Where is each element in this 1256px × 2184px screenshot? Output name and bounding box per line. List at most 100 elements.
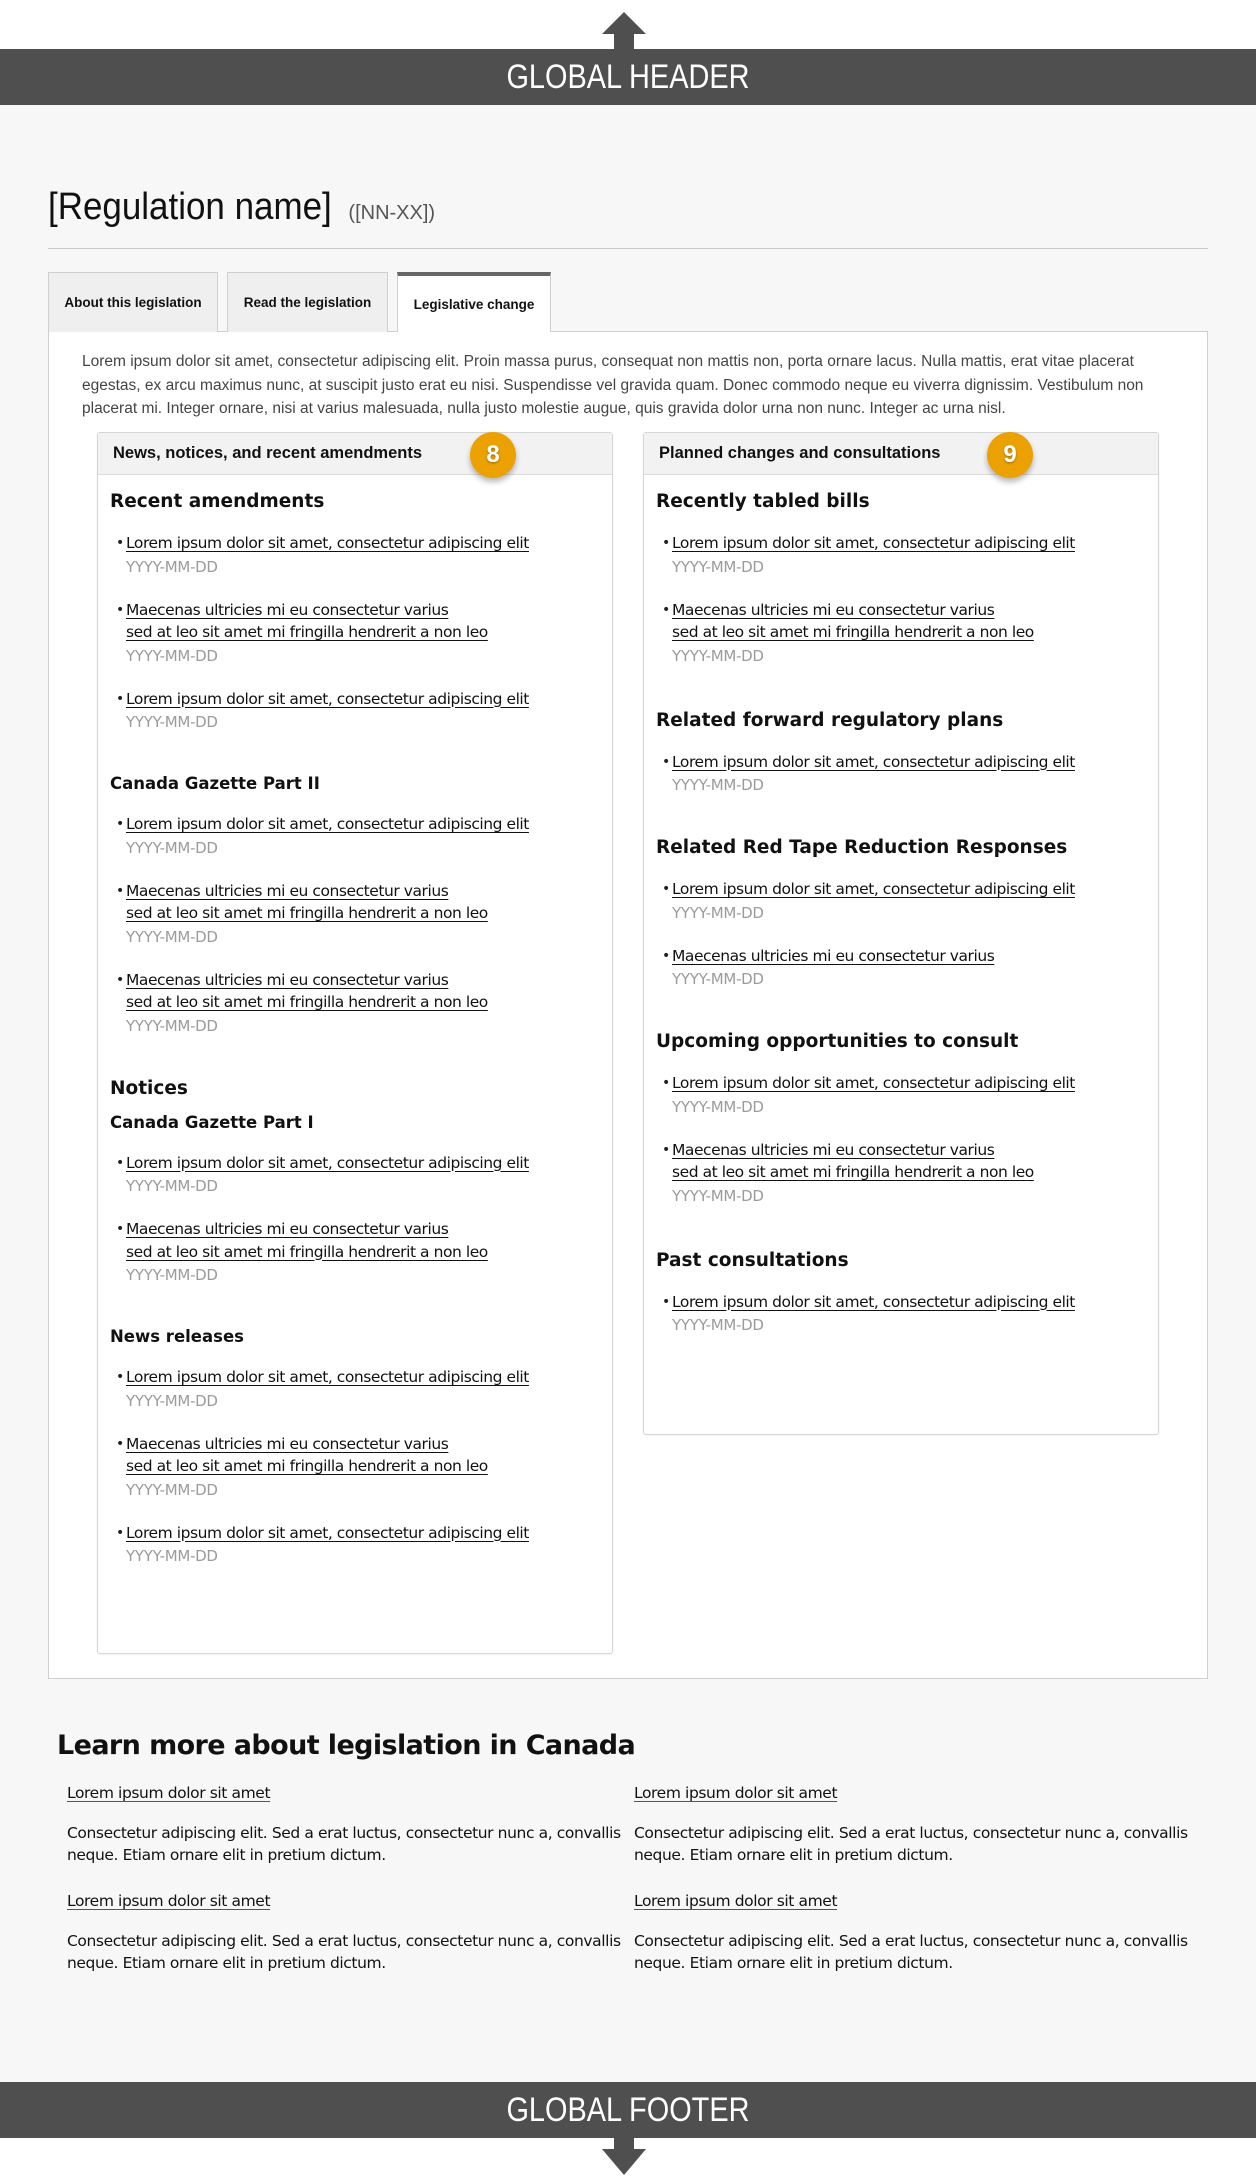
bullet-icon: • (116, 1524, 125, 1541)
item-link[interactable]: Maecenas ultricies mi eu consectetur var… (126, 1218, 600, 1241)
item-link[interactable]: Lorem ipsum dolor sit amet, consectetur … (672, 1072, 1146, 1095)
item-date: YYYY-MM-DD (126, 927, 218, 946)
learn-more-link[interactable]: Lorem ipsum dolor sit amet (634, 1892, 838, 1910)
section-heading: Canada Gazette Part II (110, 774, 320, 793)
learn-more-item: Lorem ipsum dolor sit amet Consectetur a… (634, 1891, 1197, 1974)
item-link[interactable]: sed at leo sit amet mi fringilla hendrer… (126, 991, 600, 1014)
section-heading: Related Red Tape Reduction Responses (656, 837, 1068, 858)
item-date: YYYY-MM-DD (672, 903, 764, 922)
card-section: News releases • Lorem ipsum dolor sit amet… (110, 1327, 600, 1568)
learn-more-description: Consectetur adipiscing elit. Sed a erat … (634, 1932, 1188, 1972)
bullet-icon: • (662, 1075, 671, 1091)
bullet-icon: • (116, 1221, 125, 1237)
bullet-icon: • (662, 601, 671, 618)
tab-legislative-change[interactable]: Legislative change (397, 272, 551, 332)
list-item: • Maecenas ultricies mi eu consectetur va… (116, 599, 600, 668)
tab-bar: About this legislation Read the legislat… (48, 272, 551, 332)
tab-about-this-legislation[interactable]: About this legislation (48, 272, 218, 332)
item-link[interactable]: Maecenas ultricies mi eu consectetur var… (126, 599, 600, 622)
item-link[interactable]: Lorem ipsum dolor sit amet, consectetur … (126, 1366, 600, 1389)
item-link[interactable]: Lorem ipsum dolor sit amet, consectetur … (672, 878, 1146, 901)
learn-more-link[interactable]: Lorem ipsum dolor sit amet (634, 1784, 838, 1802)
item-link[interactable]: Maecenas ultricies mi eu consectetur var… (126, 969, 600, 992)
item-link[interactable]: Lorem ipsum dolor sit amet, consectetur … (672, 532, 1146, 555)
news-notices-amendments-card: News, notices, and recent amendments 8 R… (97, 432, 613, 1654)
arrow-up-icon (602, 12, 646, 52)
item-date: YYYY-MM-DD (126, 1391, 218, 1410)
list-item: • Lorem ipsum dolor sit amet, consectetur… (662, 1072, 1146, 1119)
section-heading: Recently tabled bills (656, 491, 870, 512)
item-link[interactable]: Lorem ipsum dolor sit amet, consectetur … (126, 1522, 600, 1545)
learn-more-link[interactable]: Lorem ipsum dolor sit amet (67, 1892, 271, 1910)
global-header: GLOBAL HEADER (0, 49, 1256, 105)
list-item: • Maecenas ultricies mi eu consectetur va… (116, 880, 600, 949)
card-section: Recent amendments • Lorem ipsum dolor sit … (110, 491, 600, 734)
item-date: YYYY-MM-DD (126, 646, 218, 665)
card-section: Canada Gazette Part II • Lorem ipsum dolor… (110, 774, 600, 1038)
card-section: Upcoming opportunities to consult • Lorem … (656, 1031, 1146, 1208)
card-header: News, notices, and recent amendments 8 (98, 432, 612, 478)
learn-more-link[interactable]: Lorem ipsum dolor sit amet (67, 1784, 271, 1802)
item-link[interactable]: sed at leo sit amet mi fringilla hendrer… (126, 1241, 600, 1264)
intro-paragraph: Lorem ipsum dolor sit amet, consectetur … (82, 353, 1144, 417)
item-date: YYYY-MM-DD (126, 1480, 218, 1499)
section-heading: Recent amendments (110, 491, 325, 512)
learn-more-description: Consectetur adipiscing elit. Sed a erat … (67, 1824, 621, 1864)
item-link[interactable]: sed at leo sit amet mi fringilla hendrer… (126, 1455, 600, 1478)
list-item: • Maecenas ultricies mi eu consectetur va… (662, 945, 1146, 992)
item-link[interactable]: sed at leo sit amet mi fringilla hendrer… (126, 902, 600, 925)
item-date: YYYY-MM-DD (672, 1186, 764, 1205)
item-link[interactable]: sed at leo sit amet mi fringilla hendrer… (672, 1161, 1146, 1184)
item-link[interactable]: sed at leo sit amet mi fringilla hendrer… (672, 621, 1146, 644)
arrow-down-icon (602, 2137, 646, 2175)
item-date: YYYY-MM-DD (126, 557, 218, 576)
section-heading: Past consultations (656, 1249, 849, 1271)
learn-more-description: Consectetur adipiscing elit. Sed a erat … (67, 1932, 621, 1972)
item-link[interactable]: Lorem ipsum dolor sit amet, consectetur … (126, 813, 600, 836)
item-date: YYYY-MM-DD (126, 1016, 218, 1035)
item-link[interactable]: Maecenas ultricies mi eu consectetur var… (672, 599, 1146, 622)
card-section: Past consultations • Lorem ipsum dolor sit… (656, 1250, 1146, 1338)
section-heading: Related forward regulatory plans (656, 709, 1004, 731)
item-link[interactable]: Lorem ipsum dolor sit amet, consectetur … (126, 688, 600, 711)
learn-more-grid: Lorem ipsum dolor sit amet Consectetur a… (67, 1783, 1197, 1974)
item-link[interactable]: Lorem ipsum dolor sit amet, consectetur … (672, 1291, 1146, 1314)
list-item: • Lorem ipsum dolor sit amet, consectetur… (662, 751, 1146, 798)
bullet-icon: • (662, 753, 671, 770)
item-link[interactable]: Lorem ipsum dolor sit amet, consectetur … (672, 751, 1146, 774)
card-section: Related forward regulatory plans • Lorem i… (656, 710, 1146, 798)
item-date: YYYY-MM-DD (126, 1547, 218, 1565)
item-date: YYYY-MM-DD (672, 1316, 764, 1334)
list-item: • Maecenas ultricies mi eu consectetur va… (116, 969, 600, 1038)
link-list: • Lorem ipsum dolor sit amet, consectetur… (656, 532, 1146, 668)
item-link[interactable]: Maecenas ultricies mi eu consectetur var… (672, 1139, 1146, 1162)
bullet-icon: • (116, 971, 125, 988)
card-body: Recent amendments • Lorem ipsum dolor sit … (98, 491, 612, 1568)
page-title: [Regulation name] ([NN-XX]) (48, 186, 435, 229)
item-link[interactable]: Maecenas ultricies mi eu consectetur var… (126, 1433, 600, 1456)
item-link[interactable]: sed at leo sit amet mi fringilla hendrer… (126, 621, 600, 644)
section-heading: Canada Gazette Part I (110, 1112, 314, 1132)
list-item: • Lorem ipsum dolor sit amet, consectetur… (116, 688, 600, 735)
global-footer: GLOBAL FOOTER (0, 2082, 1256, 2138)
card-body: Recently tabled bills • Lorem ipsum dolor … (644, 491, 1158, 1337)
item-link[interactable]: Maecenas ultricies mi eu consectetur var… (672, 945, 1146, 968)
item-date: YYYY-MM-DD (672, 1097, 764, 1116)
item-link[interactable]: Maecenas ultricies mi eu consectetur var… (126, 880, 600, 903)
list-item: • Lorem ipsum dolor sit amet, consectetur… (662, 878, 1146, 925)
global-footer-label: GLOBAL FOOTER (506, 2090, 750, 2129)
item-link[interactable]: Lorem ipsum dolor sit amet, consectetur … (126, 1152, 600, 1175)
bullet-icon: • (662, 947, 671, 964)
list-item: • Lorem ipsum dolor sit amet, consectetur… (116, 1366, 600, 1413)
section-heading: Notices (110, 1077, 188, 1099)
planned-changes-consultations-card: Planned changes and consultations 9 Rece… (643, 432, 1159, 1435)
regulation-name: [Regulation name] (48, 186, 332, 228)
section-heading: News releases (110, 1327, 244, 1346)
tab-read-the-legislation[interactable]: Read the legislation (227, 272, 388, 332)
card-section: Canada Gazette Part I • Lorem ipsum dolor … (110, 1113, 600, 1288)
bullet-icon: • (662, 1293, 671, 1310)
link-list: • Lorem ipsum dolor sit amet, consectetur… (110, 813, 600, 1038)
bullet-icon: • (116, 1154, 125, 1171)
item-link[interactable]: Lorem ipsum dolor sit amet, consectetur … (126, 532, 600, 555)
link-list: • Lorem ipsum dolor sit amet, consectetur… (110, 532, 600, 734)
